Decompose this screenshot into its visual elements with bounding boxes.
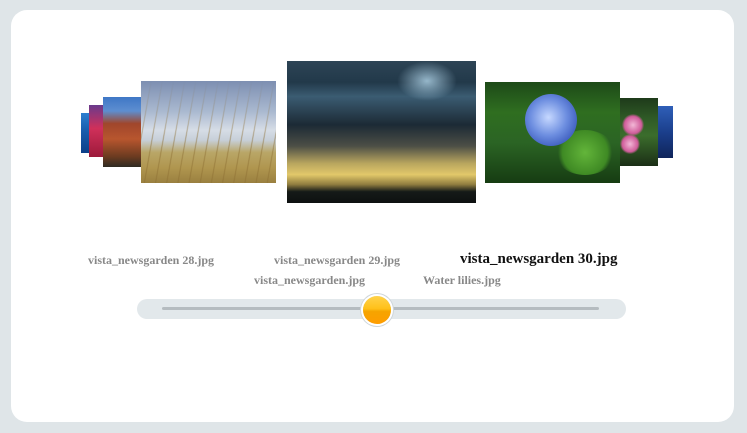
- image-label-29[interactable]: vista_newsgarden 29.jpg: [274, 253, 400, 268]
- thumbnail-far-left-2[interactable]: [103, 97, 143, 167]
- image-label-28[interactable]: vista_newsgarden 28.jpg: [88, 253, 214, 268]
- thumbnail-storm-clouds-center[interactable]: [287, 61, 476, 203]
- thumbnail-far-right-3[interactable]: [657, 106, 673, 158]
- sky-glow: [397, 61, 457, 101]
- grass-texture: [141, 81, 276, 183]
- lily-flower-icon: [620, 134, 640, 154]
- image-label-newsgarden[interactable]: vista_newsgarden.jpg: [254, 273, 365, 288]
- gallery-slider-thumb[interactable]: [363, 296, 391, 324]
- image-label-30-selected[interactable]: vista_newsgarden 30.jpg: [460, 251, 618, 268]
- coverflow: [0, 0, 747, 240]
- lily-flower-icon: [622, 114, 644, 136]
- image-label-water-lilies[interactable]: Water lilies.jpg: [423, 273, 501, 288]
- blue-flower-shape: [525, 94, 577, 146]
- thumbnail-grass-sky[interactable]: [141, 81, 276, 183]
- thumbnail-blue-flower[interactable]: [485, 82, 620, 183]
- thumbnail-far-right-2[interactable]: [620, 98, 658, 166]
